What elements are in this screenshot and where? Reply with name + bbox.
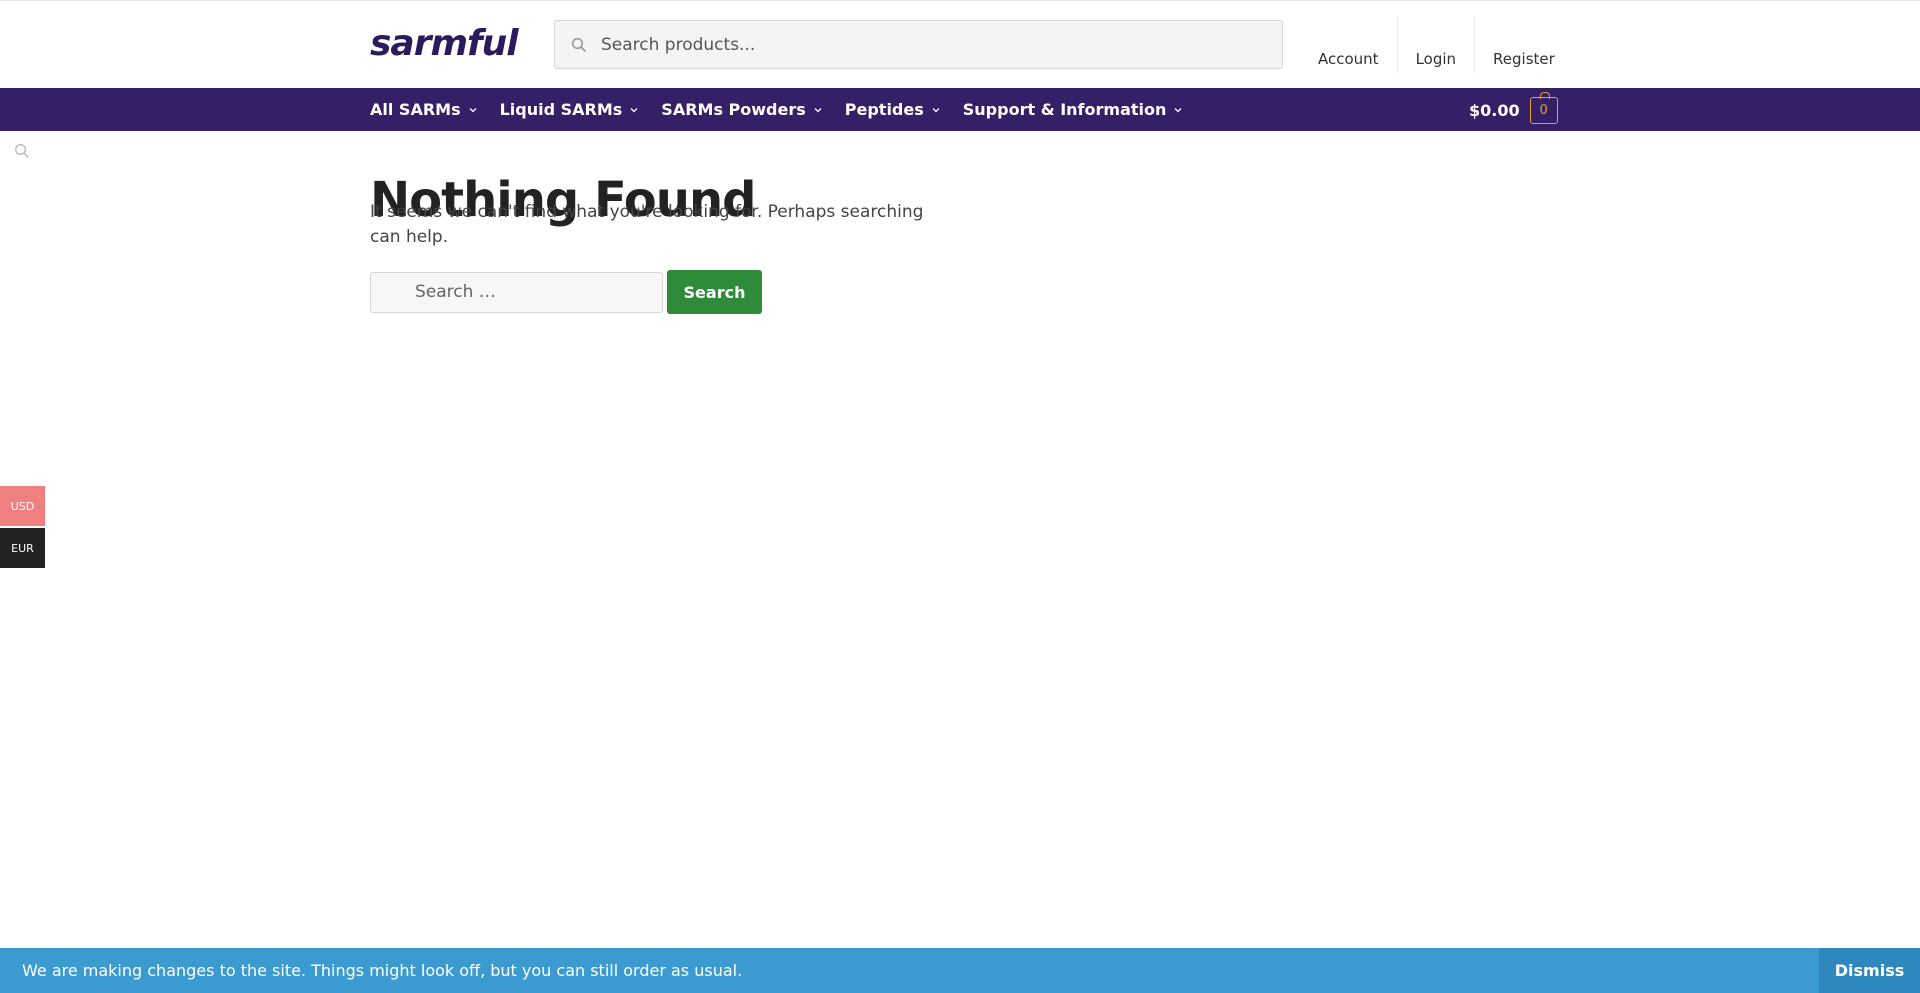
content-search-placeholder: Search …: [415, 282, 496, 302]
search-icon[interactable]: [14, 143, 30, 159]
account-links: Account Login Register: [1300, 16, 1573, 74]
main-nav: All SARMs Liquid SARMs SARMs Powders Pep…: [0, 88, 1920, 131]
nav-item-sarms-powders[interactable]: SARMs Powders: [661, 100, 822, 119]
site-header: sarmful Search products... Account Login…: [0, 0, 1920, 88]
nav-item-all-sarms[interactable]: All SARMs: [370, 100, 478, 119]
chevron-down-icon: [814, 107, 822, 112]
site-logo[interactable]: sarmful: [370, 22, 519, 66]
nav-item-liquid-sarms[interactable]: Liquid SARMs: [500, 100, 640, 119]
login-link[interactable]: Login: [1398, 16, 1476, 74]
chevron-down-icon: [932, 107, 940, 112]
register-link[interactable]: Register: [1475, 16, 1573, 74]
chevron-down-icon: [469, 107, 477, 112]
search-button[interactable]: Search: [667, 270, 762, 314]
dismiss-button[interactable]: Dismiss: [1819, 948, 1920, 993]
cart-total: $0.00: [1469, 101, 1520, 120]
nav-item-label: SARMs Powders: [661, 100, 806, 119]
nav-menu: All SARMs Liquid SARMs SARMs Powders Pep…: [370, 88, 1205, 131]
nav-item-label: Liquid SARMs: [499, 100, 623, 119]
currency-usd-button[interactable]: USD: [0, 486, 45, 526]
nav-item-label: All SARMs: [370, 100, 461, 119]
currency-eur-button[interactable]: EUR: [0, 528, 45, 568]
cart-count-badge: 0: [1529, 92, 1558, 124]
search-icon: [571, 37, 587, 52]
site-notice-bar: We are making changes to the site. Thing…: [0, 948, 1920, 993]
content-search-form: Search … Search: [370, 270, 762, 314]
cart-button[interactable]: $0.00 0: [1469, 92, 1558, 124]
product-search-placeholder: Search products...: [601, 34, 756, 55]
content-search-input[interactable]: Search …: [370, 271, 663, 313]
nav-item-label: Support & Information: [962, 100, 1167, 119]
product-search-input[interactable]: Search products...: [554, 20, 1283, 69]
chevron-down-icon: [630, 107, 638, 112]
notice-message: We are making changes to the site. Thing…: [22, 961, 743, 980]
nav-item-label: Peptides: [844, 100, 924, 119]
nav-item-support-information[interactable]: Support & Information: [963, 100, 1184, 119]
account-link[interactable]: Account: [1300, 16, 1398, 74]
page-description: It seems we can't find what you're looki…: [370, 202, 924, 247]
chevron-down-icon: [1174, 107, 1182, 112]
nav-item-peptides[interactable]: Peptides: [845, 100, 941, 119]
